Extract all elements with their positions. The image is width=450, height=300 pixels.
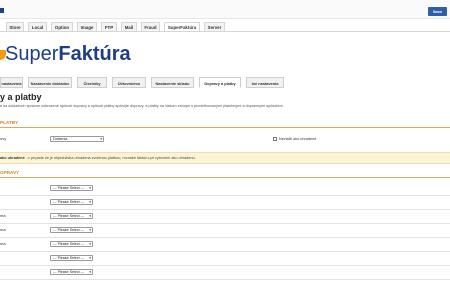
top-bar: Save <box>0 0 450 19</box>
shipping-select-value: --- Please Select --- <box>53 214 85 218</box>
row-divider <box>0 265 450 266</box>
subtab-ciselniky[interactable]: Číselníky <box>77 77 107 88</box>
page-title: y a platby <box>0 92 42 102</box>
chevron-down-icon: ▾ <box>89 270 91 274</box>
shipping-select-value: --- Please Select --- <box>53 186 85 190</box>
row-divider <box>0 251 450 252</box>
row-divider <box>0 279 450 280</box>
shipping-select-value: --- Please Select --- <box>53 228 85 232</box>
chevron-down-icon: ▾ <box>89 214 91 218</box>
app-logo-icon <box>0 8 4 13</box>
payment-select[interactable]: Dobierka ▾ <box>50 136 104 142</box>
shipping-select[interactable]: --- Please Select --- ▾ <box>50 269 93 275</box>
payments-section-rule <box>0 127 450 128</box>
chevron-down-icon: ▾ <box>89 186 91 190</box>
payment-row-label: ovy <box>0 136 7 141</box>
payments-section-heading: PLATBY <box>0 120 19 125</box>
subtab-nastavenie-skladu[interactable]: Nastavenie skladu <box>151 77 194 88</box>
mark-paid-label: Nezlatiť ako uhradené <box>279 137 317 141</box>
shipping-section-heading: OPRAVY <box>0 170 20 175</box>
chevron-down-icon: ▾ <box>89 228 91 232</box>
row-divider <box>0 237 450 238</box>
shipping-select[interactable]: --- Please Select --- ▾ <box>50 255 93 261</box>
subtab-nastavenia[interactable]: nastavenia <box>0 77 23 88</box>
shipping-select[interactable]: --- Please Select --- ▾ <box>50 241 93 247</box>
shipping-select-value: --- Please Select --- <box>53 200 85 204</box>
chevron-down-icon: ▾ <box>89 242 91 246</box>
mark-paid-checkbox[interactable] <box>273 137 277 141</box>
row-divider <box>0 209 450 210</box>
save-button[interactable]: Save <box>428 7 447 16</box>
chevron-down-icon: ▾ <box>100 137 102 141</box>
shipping-select[interactable]: --- Please Select --- ▾ <box>50 185 93 191</box>
shipping-row-label: ma <box>0 227 6 232</box>
subtab-uctovnictvo[interactable]: Účtovníctvo <box>112 77 146 88</box>
shipping-select-value: --- Please Select --- <box>53 270 85 274</box>
payment-select-value: Dobierka <box>53 137 68 141</box>
info-notice: ako uhradené - v prípade že je objednávk… <box>0 152 450 164</box>
subtab-nastavenie-dokladov[interactable]: Nastavenie dokladov <box>28 77 72 88</box>
shipping-section-rule <box>0 177 450 178</box>
subtab-ine-nastavenia[interactable]: Iné nastavenia <box>246 77 284 88</box>
subtab-dopravy-a-platby[interactable]: Dopravy a platby <box>199 77 241 88</box>
shipping-select[interactable]: --- Please Select --- ▾ <box>50 213 93 219</box>
tabbar-divider <box>0 31 450 32</box>
superfaktura-logo: SuperFaktúra <box>0 40 131 66</box>
chevron-down-icon: ▾ <box>89 200 91 204</box>
shipping-select-value: --- Please Select --- <box>53 256 85 260</box>
shipping-select-value: --- Please Select --- <box>53 242 85 246</box>
shipping-row-label: ma <box>0 241 6 246</box>
page-description: e sa dokladoch správne zobrazené spôsob … <box>0 104 284 108</box>
shipping-select[interactable]: --- Please Select --- ▾ <box>50 227 93 233</box>
row-divider <box>0 195 450 196</box>
row-divider <box>0 223 450 224</box>
notice-text: ako uhradené - v prípade že je objednávk… <box>0 156 196 160</box>
chevron-down-icon: ▾ <box>89 256 91 260</box>
shipping-select[interactable]: --- Please Select --- ▾ <box>50 199 93 205</box>
brand-wordmark: SuperFaktúra <box>5 43 131 65</box>
shipping-row-label: ma <box>0 213 6 218</box>
plugin-subtabs: nastavenia Nastavenie dokladov Číselníky… <box>0 77 450 88</box>
